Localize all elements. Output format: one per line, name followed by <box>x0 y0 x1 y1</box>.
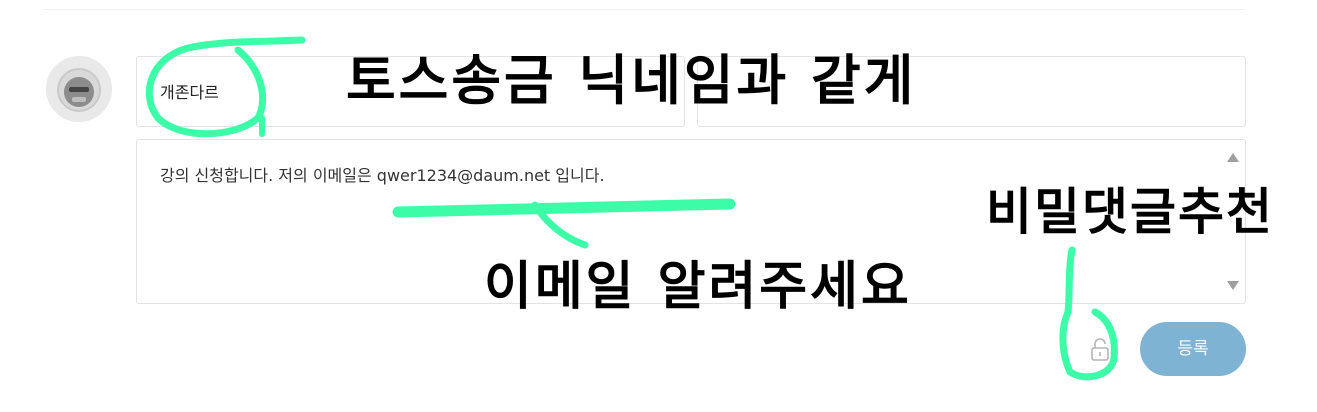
secret-lock-toggle[interactable] <box>1087 336 1113 362</box>
comment-text: 강의 신청합니다. 저의 이메일은 qwer1234@daum.net 입니다. <box>160 166 605 185</box>
scroll-down-arrow-icon[interactable] <box>1227 281 1239 290</box>
nickname-value: 개존다르 <box>160 83 219 102</box>
avatar <box>46 56 112 122</box>
scroll-up-arrow-icon[interactable] <box>1227 153 1239 162</box>
default-avatar-icon <box>46 56 112 122</box>
top-divider <box>44 9 1244 10</box>
annotation-email-note: 이메일 알려주세요 <box>484 257 912 317</box>
annotation-secret-note: 비밀댓글추천 <box>986 183 1274 241</box>
submit-button[interactable]: 등록 <box>1140 322 1246 376</box>
unlock-icon <box>1091 338 1109 361</box>
annotation-nickname-note: 토스송금 닉네임과 같게 <box>346 49 917 112</box>
